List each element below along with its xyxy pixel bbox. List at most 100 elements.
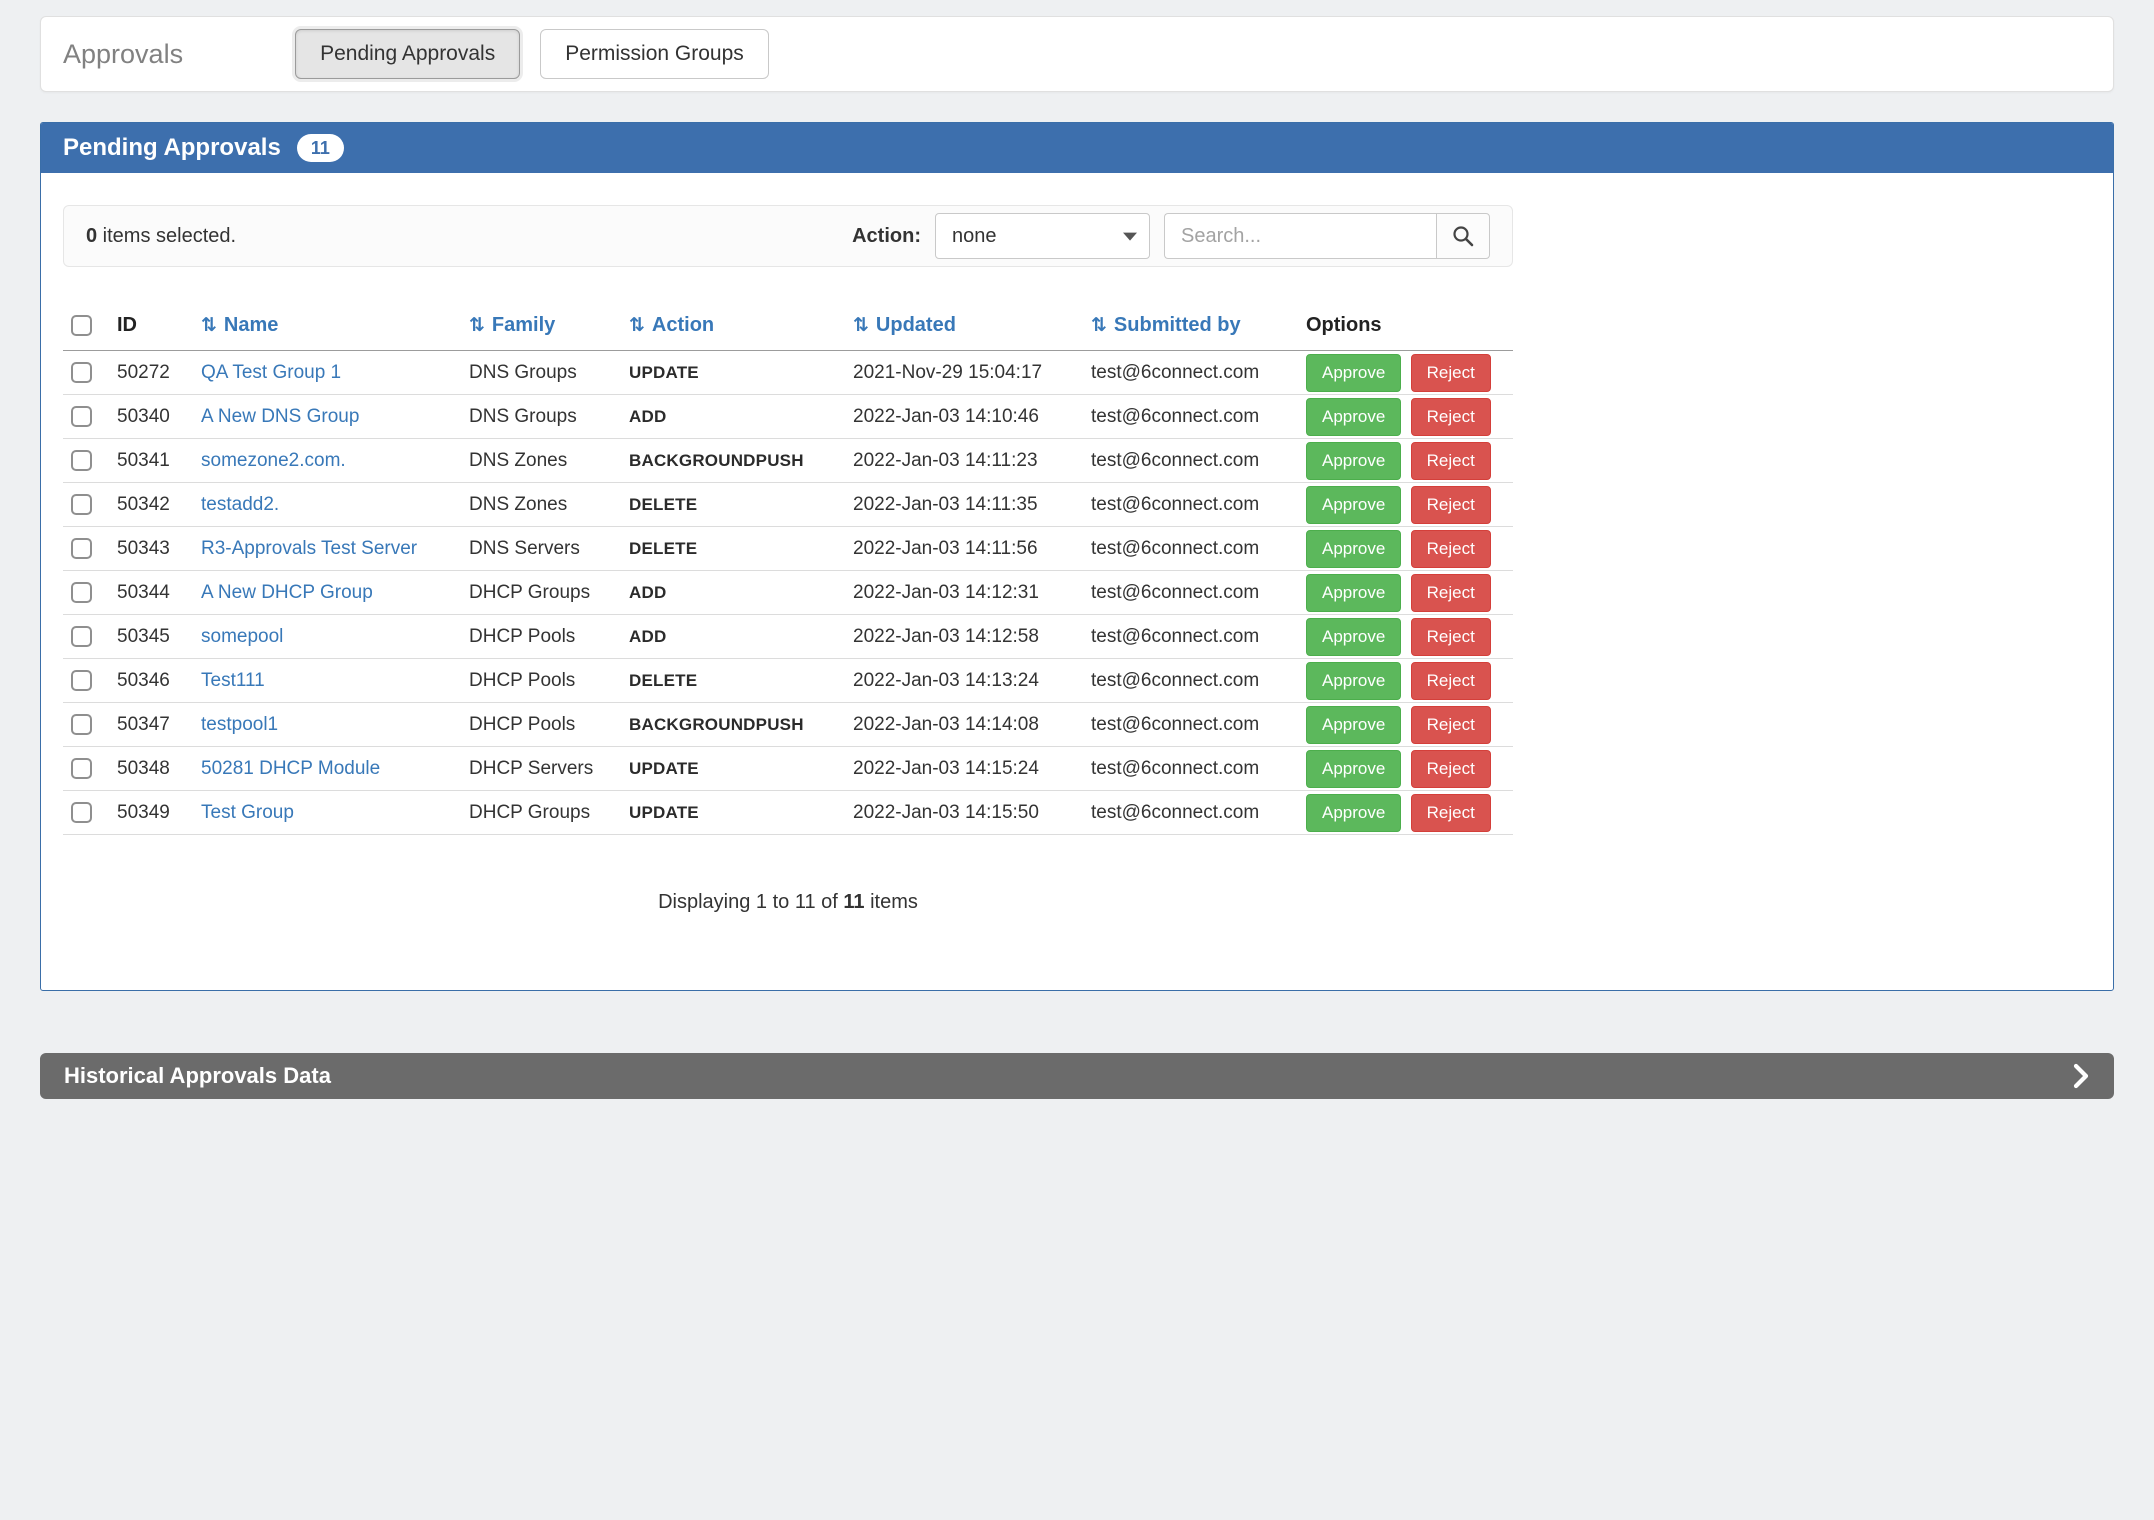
- row-family: DNS Servers: [461, 527, 621, 571]
- row-checkbox[interactable]: [71, 494, 92, 515]
- select-all-checkbox[interactable]: [71, 315, 92, 336]
- row-checkbox[interactable]: [71, 670, 92, 691]
- row-submitted-by: test@6connect.com: [1083, 439, 1298, 483]
- row-submitted-by: test@6connect.com: [1083, 791, 1298, 835]
- row-submitted-by: test@6connect.com: [1083, 351, 1298, 395]
- approve-button[interactable]: Approve: [1306, 750, 1401, 788]
- column-header-submitted-by[interactable]: ⇅Submitted by: [1083, 301, 1298, 351]
- row-name-link[interactable]: somezone2.com.: [201, 450, 346, 471]
- column-header-family[interactable]: ⇅Family: [461, 301, 621, 351]
- reject-button[interactable]: Reject: [1411, 530, 1491, 568]
- row-family: DHCP Groups: [461, 791, 621, 835]
- row-name-link[interactable]: QA Test Group 1: [201, 362, 341, 383]
- row-id: 50347: [109, 703, 193, 747]
- row-updated: 2022-Jan-03 14:11:23: [845, 439, 1083, 483]
- table-row: 50345 somepool DHCP Pools ADD 2022-Jan-0…: [63, 615, 1513, 659]
- row-id: 50341: [109, 439, 193, 483]
- column-header-action[interactable]: ⇅Action: [621, 301, 845, 351]
- reject-button[interactable]: Reject: [1411, 750, 1491, 788]
- table-body: 50272 QA Test Group 1 DNS Groups UPDATE …: [63, 351, 1513, 835]
- sort-icon: ⇅: [1091, 315, 1107, 336]
- row-updated: 2021-Nov-29 15:04:17: [845, 351, 1083, 395]
- reject-button[interactable]: Reject: [1411, 486, 1491, 524]
- chevron-right-icon[interactable]: [2073, 1062, 2090, 1090]
- pending-approvals-table: ID ⇅Name ⇅Family ⇅Action ⇅Updated ⇅Submi…: [63, 301, 1513, 835]
- row-name-link[interactable]: Test Group: [201, 802, 294, 823]
- historical-approvals-bar[interactable]: Historical Approvals Data: [40, 1053, 2114, 1099]
- row-id: 50346: [109, 659, 193, 703]
- page-title: Approvals: [63, 39, 183, 70]
- row-family: DHCP Pools: [461, 703, 621, 747]
- search-button[interactable]: [1436, 213, 1490, 259]
- row-name-link[interactable]: testpool1: [201, 714, 278, 735]
- row-checkbox[interactable]: [71, 802, 92, 823]
- reject-button[interactable]: Reject: [1411, 574, 1491, 612]
- selected-suffix: items selected.: [97, 225, 236, 247]
- table-row: 50272 QA Test Group 1 DNS Groups UPDATE …: [63, 351, 1513, 395]
- sort-icon: ⇅: [201, 315, 217, 336]
- sort-icon: ⇅: [469, 315, 485, 336]
- row-updated: 2022-Jan-03 14:14:08: [845, 703, 1083, 747]
- reject-button[interactable]: Reject: [1411, 398, 1491, 436]
- approve-button[interactable]: Approve: [1306, 706, 1401, 744]
- row-checkbox[interactable]: [71, 538, 92, 559]
- tab-pending-approvals[interactable]: Pending Approvals: [295, 29, 520, 79]
- row-checkbox[interactable]: [71, 406, 92, 427]
- row-checkbox[interactable]: [71, 758, 92, 779]
- row-family: DNS Groups: [461, 395, 621, 439]
- row-submitted-by: test@6connect.com: [1083, 527, 1298, 571]
- row-name-link[interactable]: somepool: [201, 626, 283, 647]
- row-family: DNS Zones: [461, 483, 621, 527]
- row-id: 50345: [109, 615, 193, 659]
- row-action: ADD: [621, 571, 845, 615]
- table-row: 50346 Test111 DHCP Pools DELETE 2022-Jan…: [63, 659, 1513, 703]
- approve-button[interactable]: Approve: [1306, 618, 1401, 656]
- column-header-options: Options: [1298, 301, 1513, 351]
- row-action: DELETE: [621, 659, 845, 703]
- reject-button[interactable]: Reject: [1411, 662, 1491, 700]
- row-updated: 2022-Jan-03 14:12:31: [845, 571, 1083, 615]
- row-name-link[interactable]: 50281 DHCP Module: [201, 758, 380, 779]
- tab-permission-groups[interactable]: Permission Groups: [540, 29, 769, 79]
- panel-content: 0 items selected. Action: none: [63, 205, 1513, 990]
- search-input[interactable]: [1164, 213, 1436, 259]
- row-updated: 2022-Jan-03 14:10:46: [845, 395, 1083, 439]
- row-name-link[interactable]: Test111: [201, 670, 265, 691]
- row-name-link[interactable]: testadd2.: [201, 494, 279, 515]
- approve-button[interactable]: Approve: [1306, 574, 1401, 612]
- toolbar: 0 items selected. Action: none: [63, 205, 1513, 267]
- row-submitted-by: test@6connect.com: [1083, 395, 1298, 439]
- row-checkbox[interactable]: [71, 714, 92, 735]
- row-checkbox[interactable]: [71, 626, 92, 647]
- approve-button[interactable]: Approve: [1306, 530, 1401, 568]
- approve-button[interactable]: Approve: [1306, 442, 1401, 480]
- reject-button[interactable]: Reject: [1411, 706, 1491, 744]
- row-id: 50348: [109, 747, 193, 791]
- action-select[interactable]: none: [935, 213, 1150, 259]
- approve-button[interactable]: Approve: [1306, 486, 1401, 524]
- column-header-name[interactable]: ⇅Name: [193, 301, 461, 351]
- reject-button[interactable]: Reject: [1411, 442, 1491, 480]
- row-checkbox[interactable]: [71, 582, 92, 603]
- reject-button[interactable]: Reject: [1411, 618, 1491, 656]
- row-checkbox[interactable]: [71, 362, 92, 383]
- approve-button[interactable]: Approve: [1306, 662, 1401, 700]
- table-pagination-summary: Displaying 1 to 11 of 11 items: [63, 891, 1513, 990]
- table-row: 50344 A New DHCP Group DHCP Groups ADD 2…: [63, 571, 1513, 615]
- row-submitted-by: test@6connect.com: [1083, 659, 1298, 703]
- reject-button[interactable]: Reject: [1411, 354, 1491, 392]
- row-action: DELETE: [621, 483, 845, 527]
- approve-button[interactable]: Approve: [1306, 794, 1401, 832]
- row-name-link[interactable]: A New DNS Group: [201, 406, 359, 427]
- row-action: BACKGROUNDPUSH: [621, 439, 845, 483]
- row-name-link[interactable]: A New DHCP Group: [201, 582, 373, 603]
- count-badge: 11: [297, 134, 344, 162]
- row-family: DHCP Pools: [461, 615, 621, 659]
- row-name-link[interactable]: R3-Approvals Test Server: [201, 538, 417, 559]
- reject-button[interactable]: Reject: [1411, 794, 1491, 832]
- row-updated: 2022-Jan-03 14:11:35: [845, 483, 1083, 527]
- row-checkbox[interactable]: [71, 450, 92, 471]
- approve-button[interactable]: Approve: [1306, 354, 1401, 392]
- approve-button[interactable]: Approve: [1306, 398, 1401, 436]
- column-header-updated[interactable]: ⇅Updated: [845, 301, 1083, 351]
